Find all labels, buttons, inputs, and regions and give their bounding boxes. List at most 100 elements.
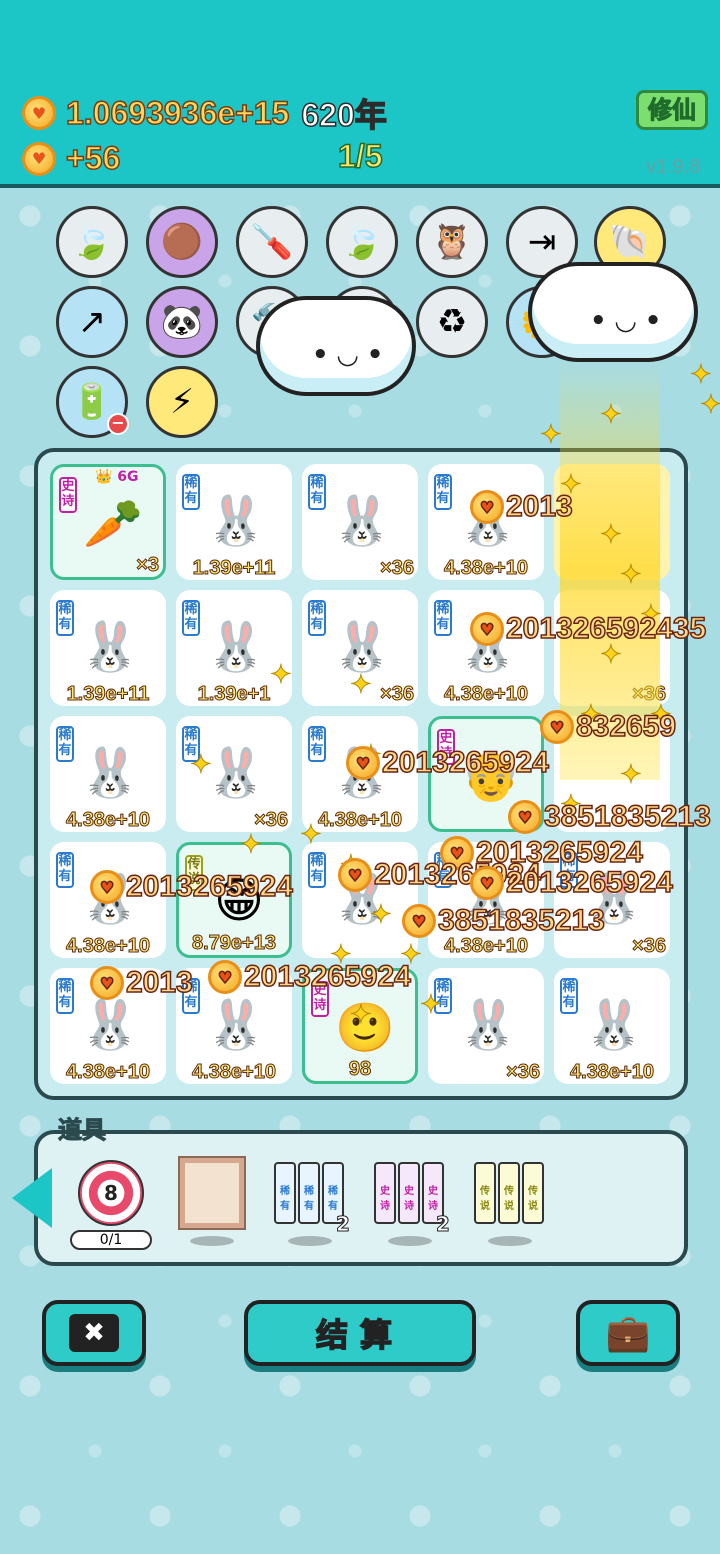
- exit-button[interactable]: ✖: [42, 1300, 146, 1366]
- rabbit-icon: 🐰: [206, 996, 266, 1053]
- reward-popup: 3851835213: [508, 799, 712, 834]
- left-arrow-icon[interactable]: [12, 1168, 52, 1228]
- coin-icon: [346, 746, 380, 780]
- grid-cell[interactable]: 稀有🐰4.38e+10: [50, 716, 166, 832]
- rabbit-icon: 🐰: [80, 744, 140, 801]
- item-shadow: [190, 1236, 234, 1246]
- shell-icon: 🐚: [608, 222, 652, 262]
- star-sparkle-icon: ✦: [350, 670, 373, 701]
- reward-popup: 2013265924: [208, 959, 412, 994]
- lightning-icon: ⚡: [170, 382, 194, 422]
- reward-value: 832659: [575, 709, 677, 744]
- briefcase-icon: 💼: [605, 1313, 651, 1354]
- rarity-tag: 稀有: [434, 474, 452, 510]
- star-sparkle-icon: ✦: [270, 660, 293, 691]
- battery-icon: 🔋: [70, 382, 114, 422]
- item-quantity: 2: [436, 1212, 451, 1237]
- skill-lightning-icon[interactable]: ⚡: [146, 366, 218, 438]
- rarity-tag: 史诗: [59, 477, 77, 513]
- reward-popup: 2013265924: [470, 865, 674, 900]
- income-row: +56: [22, 139, 121, 177]
- star-sparkle-icon: ✦: [540, 420, 563, 451]
- crown-icon: 👑 6G: [95, 469, 139, 485]
- item-count: 4.38e+10: [192, 1061, 277, 1084]
- card-pack-rare[interactable]: 稀有 稀有 稀有: [274, 1160, 344, 1226]
- coin-icon: [540, 710, 574, 744]
- star-sparkle-icon: ✦: [420, 990, 443, 1021]
- bag-button[interactable]: 💼: [576, 1300, 680, 1366]
- item-count: 98: [348, 1058, 372, 1081]
- rarity-tag: 稀有: [308, 726, 326, 762]
- reward-value: 2013265924: [125, 869, 293, 904]
- target-item[interactable]: 8: [78, 1160, 144, 1226]
- reward-value: 2013265924: [243, 959, 411, 994]
- skill-arrow-icon[interactable]: ↗: [56, 286, 128, 358]
- grid-cell[interactable]: 稀有 🐰 ×36: [302, 464, 418, 580]
- grid-cell[interactable]: 稀有 🐰 ×36: [428, 968, 544, 1084]
- remove-badge-icon[interactable]: −: [107, 413, 129, 435]
- star-sparkle-icon: ✦: [350, 1000, 373, 1031]
- reward-value: 3851835213: [543, 799, 711, 834]
- cloud-face-icon: • ◡ •: [312, 340, 384, 370]
- reward-popup: 201326592435: [470, 611, 707, 646]
- star-sparkle-icon: ✦: [300, 820, 323, 851]
- version-label: v1.9.8: [646, 156, 701, 178]
- star-sparkle-icon: ✦: [370, 900, 393, 931]
- item-shadow: [288, 1236, 332, 1246]
- coin-icon: [470, 866, 504, 900]
- xiuxian-button[interactable]: 修仙: [636, 90, 708, 130]
- panda-icon: 🐼: [160, 302, 204, 342]
- leaf-icon: 🍃: [70, 222, 114, 262]
- card-pack-legend[interactable]: 传说 传说 传说: [474, 1160, 544, 1226]
- grid-cell[interactable]: 稀有🐰4.38e+10: [428, 590, 544, 706]
- rarity-tag: 稀有: [308, 852, 326, 888]
- reward-popup: 2013265924: [346, 745, 550, 780]
- coin-icon: [470, 612, 504, 646]
- settle-button-label: 结算: [315, 1315, 404, 1355]
- star-sparkle-icon: ✦: [620, 560, 643, 591]
- reward-value: 3851835213: [437, 903, 605, 938]
- income-rate: +56: [65, 139, 121, 177]
- coin-icon: [22, 96, 56, 130]
- rabbit-icon: 🐰: [206, 744, 266, 801]
- ball-icon: 🟤: [160, 222, 204, 262]
- reward-value: 2013: [505, 489, 573, 524]
- card-pack-epic[interactable]: 史诗 史诗 史诗: [374, 1160, 444, 1226]
- reward-popup: 2013: [470, 489, 573, 524]
- grid-cell[interactable]: 稀有🐰4.38e+10: [554, 968, 670, 1084]
- item-count: ×36: [632, 935, 667, 958]
- close-icon: ✖: [69, 1314, 119, 1352]
- item-count: 8.79e+13: [192, 932, 277, 955]
- reward-popup: 2013: [90, 965, 193, 1000]
- card: 史诗: [398, 1162, 420, 1224]
- star-sparkle-icon: ✦: [700, 390, 720, 421]
- grid-cell[interactable]: 史诗 👑 6G 🥕 ×3: [50, 464, 166, 580]
- grid-cell[interactable]: 稀有 🐰 1.39e+11: [176, 464, 292, 580]
- skill-recycle-icon[interactable]: ♻: [416, 286, 488, 358]
- item-count: 4.38e+10: [66, 1061, 151, 1084]
- card: 传说: [498, 1162, 520, 1224]
- reward-popup: 2013265924: [90, 869, 294, 904]
- grid-cell[interactable]: 稀有 🐰 1.39e+11: [50, 590, 166, 706]
- coin-icon: [22, 141, 56, 176]
- item-count: 4.38e+10: [570, 1061, 655, 1084]
- skill-leaf-icon[interactable]: 🍃: [56, 206, 128, 278]
- rabbit-icon: 🐰: [80, 618, 140, 675]
- arrow-icon: ↗: [77, 302, 107, 342]
- rarity-tag: 稀有: [56, 852, 74, 888]
- years-counter: 620年: [301, 96, 388, 134]
- skill-screwdriver-icon[interactable]: 🪛: [236, 206, 308, 278]
- skill-owl-icon[interactable]: 🦉: [416, 206, 488, 278]
- reward-value: 201326592435: [505, 611, 707, 646]
- skill-panda-icon[interactable]: 🐼: [146, 286, 218, 358]
- skill-leaf-icon[interactable]: 🍃: [326, 206, 398, 278]
- settle-button[interactable]: 结算: [244, 1300, 476, 1366]
- star-sparkle-icon: ✦: [600, 400, 623, 431]
- star-sparkle-icon: ✦: [620, 760, 643, 791]
- skill-battery-icon[interactable]: 🔋 −: [56, 366, 129, 438]
- frame-item[interactable]: [180, 1158, 244, 1228]
- skill-ball-icon[interactable]: 🟤: [146, 206, 218, 278]
- skip-icon: ⇥: [527, 222, 557, 262]
- star-sparkle-icon: ✦: [240, 830, 263, 861]
- item-count: ×36: [380, 683, 415, 706]
